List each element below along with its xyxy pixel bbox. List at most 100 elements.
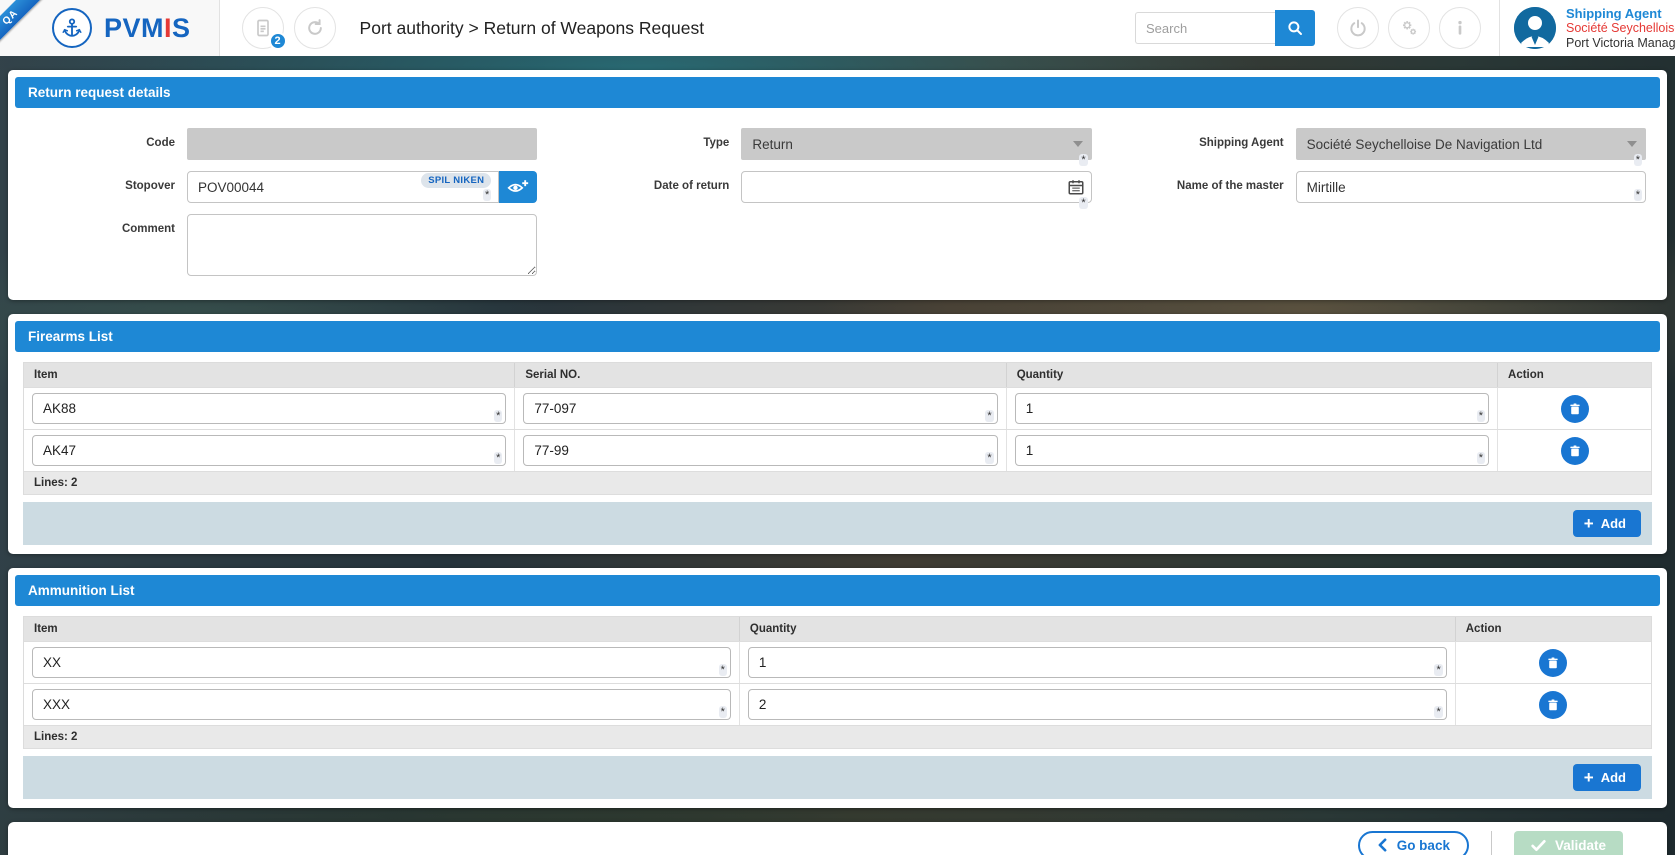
settings-gears-button[interactable]	[1388, 7, 1430, 49]
ammunition-add-button[interactable]: + Add	[1573, 764, 1641, 791]
firearms-add-button[interactable]: + Add	[1573, 510, 1641, 537]
required-marker: *	[1079, 154, 1087, 166]
user-organisation: Port Victoria Managem	[1566, 36, 1675, 51]
column-header-quantity: Quantity	[740, 617, 1456, 641]
required-marker: *	[483, 189, 491, 201]
user-company: Société Seychelloise D	[1566, 21, 1675, 36]
date-of-return-input[interactable]	[741, 171, 1091, 203]
ammunition-item-input[interactable]	[32, 689, 731, 720]
firearms-table: Item Serial NO. Quantity Action * * *	[23, 362, 1652, 495]
master-name-label: Name of the master	[1128, 171, 1296, 192]
stopover-vessel-badge: SPIL NIKEN	[421, 173, 491, 188]
firearm-item-input[interactable]	[32, 435, 506, 466]
column-header-serial: Serial NO.	[515, 363, 1006, 387]
required-marker: *	[985, 410, 993, 422]
comment-textarea[interactable]	[187, 214, 537, 276]
ammunition-table: Item Quantity Action * *	[23, 616, 1652, 749]
required-marker: *	[494, 410, 502, 422]
stopover-label: Stopover	[19, 171, 187, 192]
search-input[interactable]	[1135, 12, 1275, 44]
master-name-input[interactable]	[1296, 171, 1646, 203]
user-role: Shipping Agent	[1566, 6, 1675, 21]
comment-label: Comment	[19, 214, 187, 235]
shipping-agent-label: Shipping Agent	[1128, 128, 1296, 149]
ammunition-quantity-input[interactable]	[748, 689, 1447, 720]
column-header-quantity: Quantity	[1007, 363, 1498, 387]
shipping-agent-field: Shipping Agent Société Seychelloise De N…	[1128, 128, 1646, 160]
shipping-agent-value: Société Seychelloise De Navigation Ltd	[1307, 137, 1543, 152]
firearms-list-title: Firearms List	[15, 321, 1660, 352]
user-avatar	[1514, 7, 1556, 49]
search-button[interactable]	[1275, 10, 1315, 46]
add-button-label: Add	[1601, 516, 1626, 531]
go-back-label: Go back	[1397, 838, 1450, 853]
add-button-label: Add	[1601, 770, 1626, 785]
top-header-bar: QA PVMIS 2	[0, 0, 1675, 56]
column-header-action: Action	[1498, 363, 1651, 387]
code-label: Code	[19, 128, 187, 149]
delete-row-button[interactable]	[1539, 649, 1567, 677]
firearm-quantity-input[interactable]	[1015, 393, 1489, 424]
delete-row-button[interactable]	[1561, 395, 1589, 423]
info-button[interactable]	[1439, 7, 1481, 49]
type-value: Return	[752, 137, 793, 152]
refresh-button[interactable]	[294, 7, 336, 49]
logout-power-button[interactable]	[1337, 7, 1379, 49]
validate-label: Validate	[1555, 838, 1606, 853]
required-marker: *	[985, 452, 993, 464]
chevron-down-icon	[1627, 141, 1637, 147]
user-profile-block[interactable]: Shipping Agent Société Seychelloise D Po…	[1500, 6, 1675, 51]
logo-area[interactable]: PVMIS	[0, 0, 220, 56]
ammunition-table-row: * *	[24, 683, 1651, 725]
shipping-agent-select-disabled: Société Seychelloise De Navigation Ltd	[1296, 128, 1646, 160]
required-marker: *	[1434, 706, 1442, 718]
footer-action-bar: Go back Validate	[8, 822, 1667, 855]
app-screen: QA PVMIS 2	[0, 0, 1675, 855]
return-request-details-title: Return request details	[15, 77, 1660, 108]
ammunition-quantity-input[interactable]	[748, 647, 1447, 678]
ammunition-lines-count: Lines: 2	[24, 725, 1651, 749]
type-select-disabled: Return	[741, 128, 1091, 160]
firearms-table-row: * * *	[24, 429, 1651, 471]
ammunition-table-row: * *	[24, 641, 1651, 683]
firearms-list-panel: Firearms List Item Serial NO. Quantity A…	[8, 314, 1667, 554]
firearm-item-input[interactable]	[32, 393, 506, 424]
return-request-details-panel: Return request details Code Type Return …	[8, 70, 1667, 300]
master-name-field: Name of the master *	[1128, 171, 1646, 203]
code-field: Code	[19, 128, 537, 160]
anchor-logo-icon	[52, 8, 92, 48]
firearms-lines-count: Lines: 2	[24, 471, 1651, 495]
column-header-item: Item	[24, 363, 515, 387]
trash-icon	[1568, 444, 1582, 458]
ammunition-item-input[interactable]	[32, 647, 731, 678]
required-marker: *	[1477, 410, 1485, 422]
notification-count-badge: 2	[269, 32, 287, 50]
required-marker: *	[1434, 664, 1442, 676]
search-group	[1135, 10, 1315, 46]
firearms-table-row: * * *	[24, 387, 1651, 429]
go-back-button[interactable]: Go back	[1358, 831, 1469, 855]
check-icon	[1531, 839, 1546, 852]
required-marker: *	[494, 452, 502, 464]
firearm-serial-input[interactable]	[523, 393, 997, 424]
required-marker: *	[1634, 154, 1642, 166]
header-left-actions: 2 Port authority > Return of Weapons Req…	[220, 0, 705, 56]
validate-button-disabled[interactable]: Validate	[1514, 831, 1623, 855]
date-of-return-label: Date of return	[573, 171, 741, 192]
user-info-text: Shipping Agent Société Seychelloise D Po…	[1566, 6, 1675, 51]
firearm-quantity-input[interactable]	[1015, 435, 1489, 466]
required-marker: *	[719, 664, 727, 676]
required-marker: *	[1477, 452, 1485, 464]
firearms-add-band: + Add	[23, 502, 1652, 545]
required-marker: *	[719, 706, 727, 718]
calendar-icon[interactable]	[1067, 178, 1085, 196]
documents-button[interactable]: 2	[242, 7, 284, 49]
date-of-return-field: Date of return *	[573, 171, 1091, 203]
firearm-serial-input[interactable]	[523, 435, 997, 466]
trash-icon	[1568, 402, 1582, 416]
delete-row-button[interactable]	[1561, 437, 1589, 465]
delete-row-button[interactable]	[1539, 691, 1567, 719]
ammunition-add-band: + Add	[23, 756, 1652, 799]
trash-icon	[1546, 698, 1560, 712]
stopover-lookup-eye-plus-button[interactable]	[499, 171, 537, 203]
